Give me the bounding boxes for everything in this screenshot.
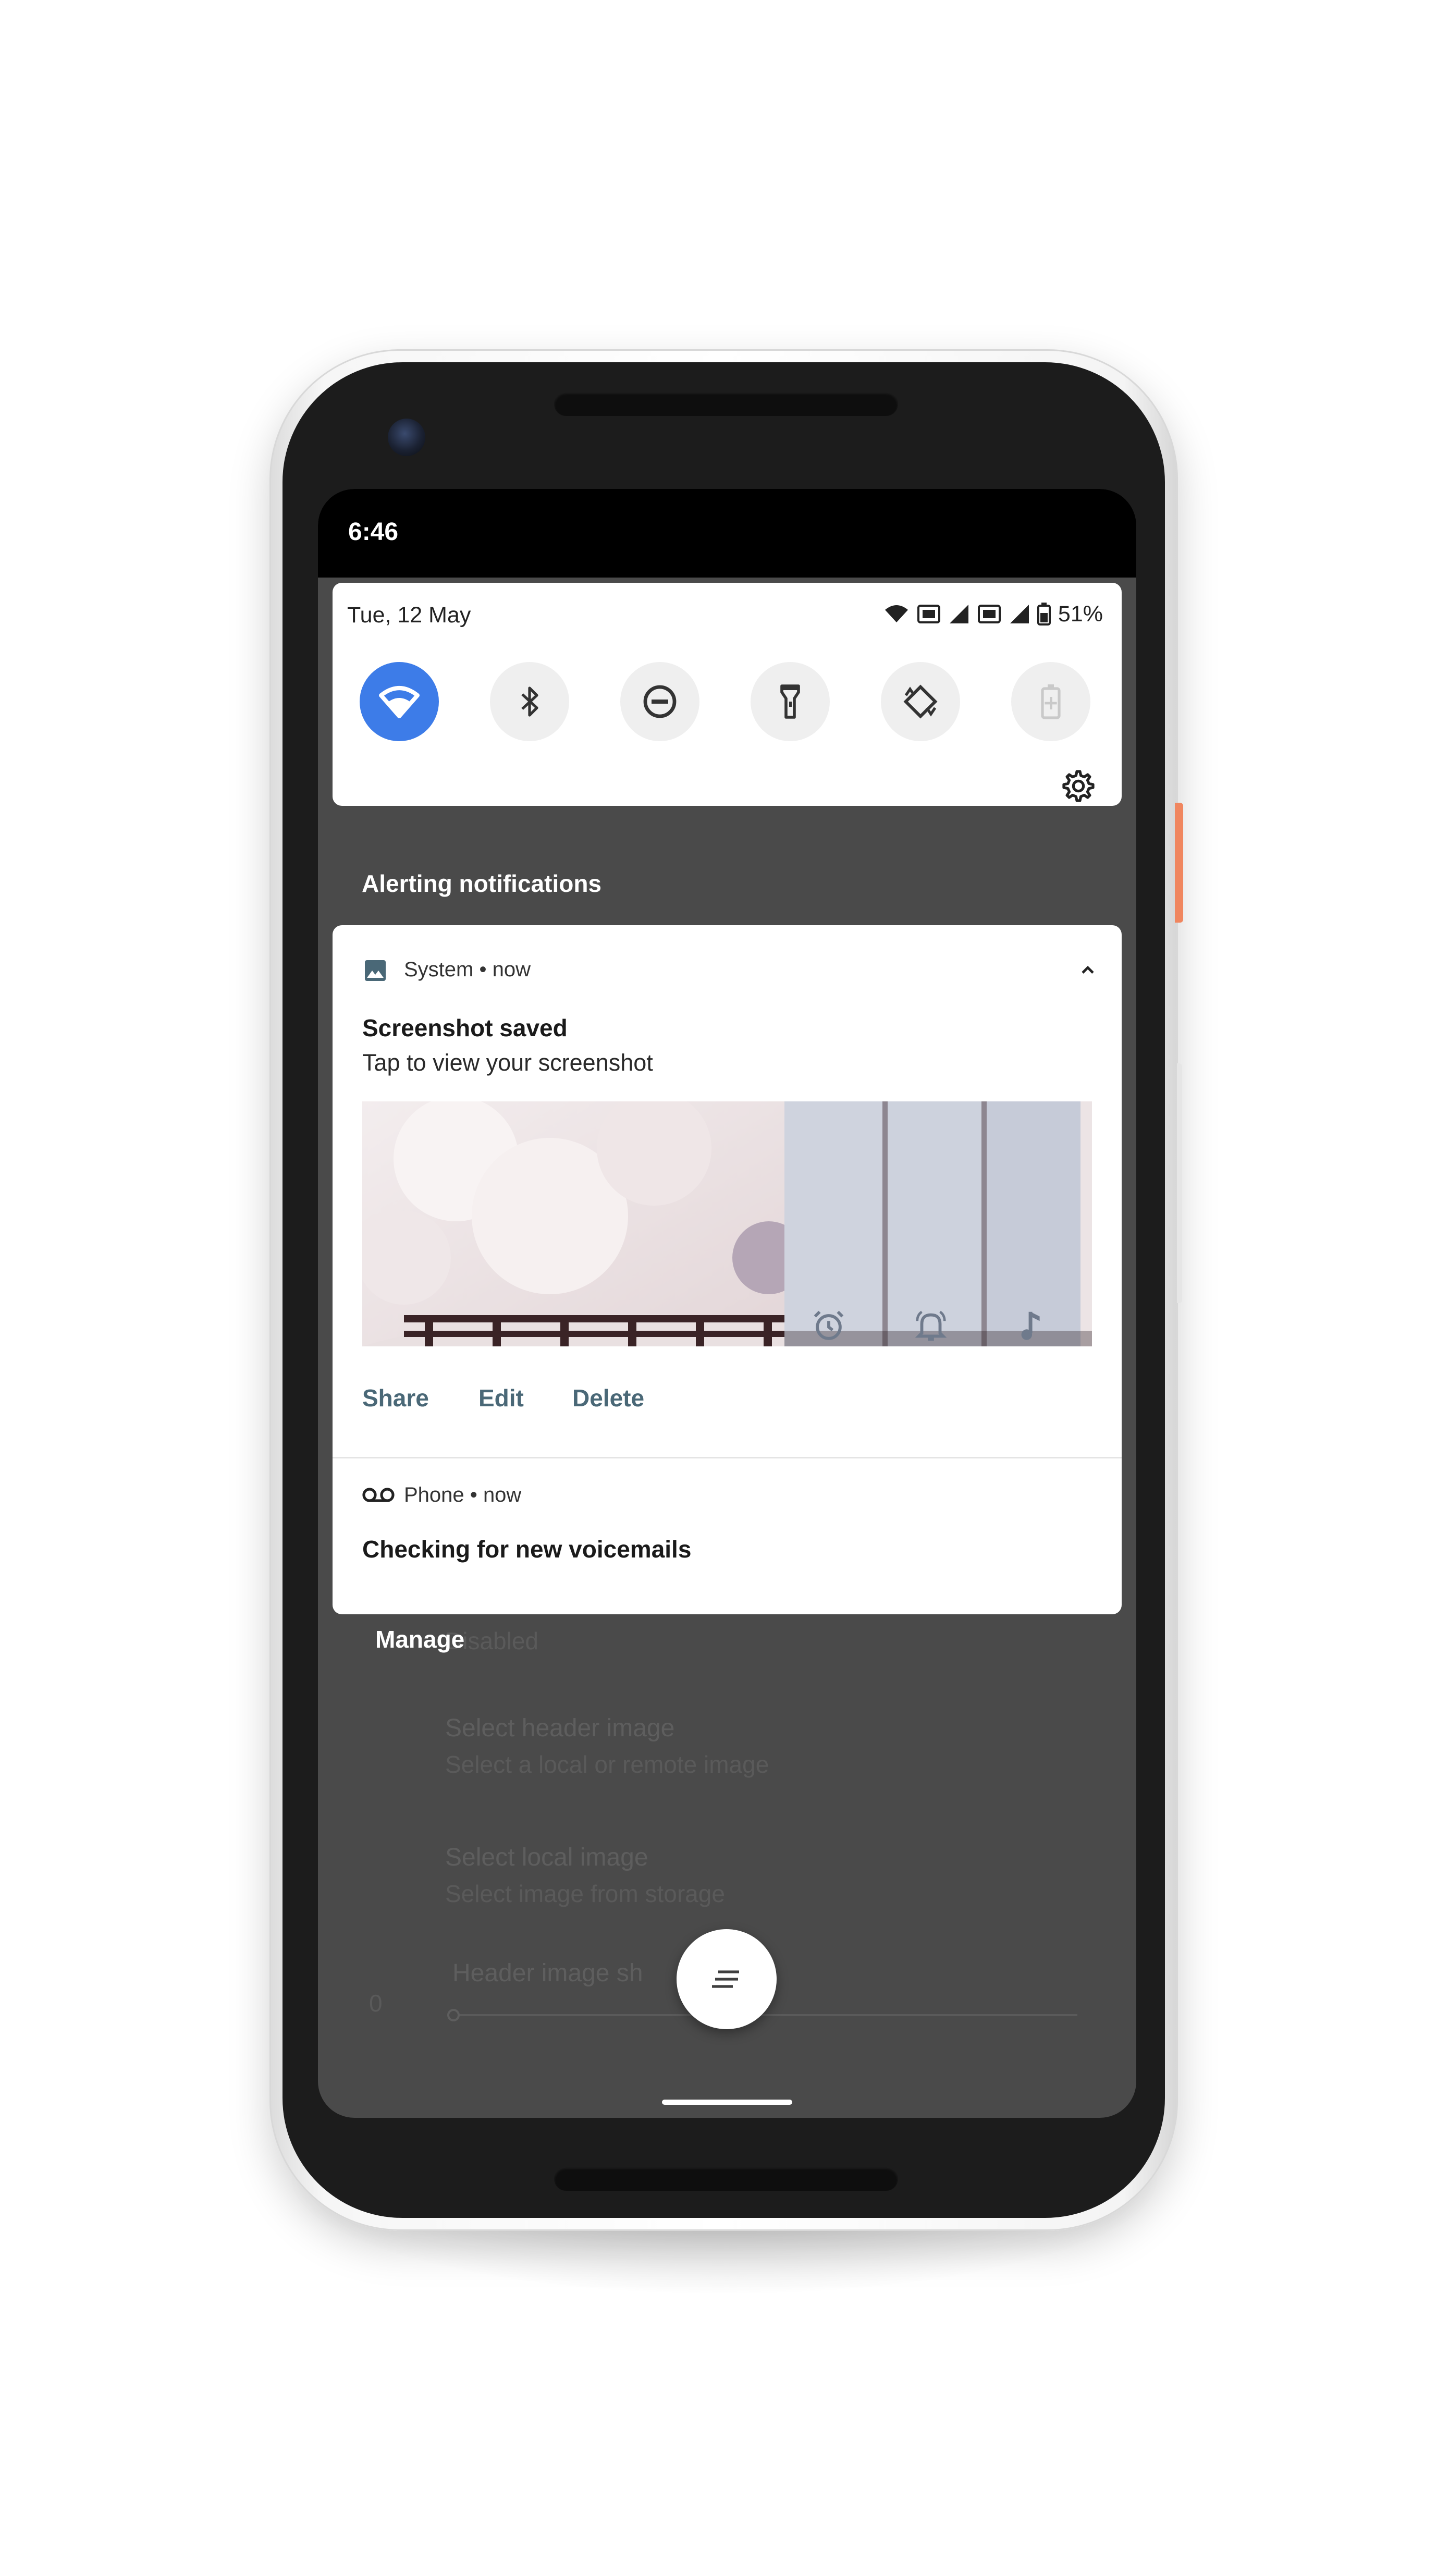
tile-auto-rotate[interactable] <box>881 662 960 741</box>
bg-slider-track <box>452 2014 1077 2016</box>
flashlight-icon <box>780 684 800 719</box>
alarm-clock-icon <box>814 1310 844 1340</box>
music-note-icon <box>1021 1311 1040 1340</box>
front-camera <box>388 419 425 456</box>
notification-title: Checking for new voicemails <box>362 1536 692 1563</box>
power-button <box>1175 803 1183 923</box>
bell-icon <box>915 1310 947 1341</box>
notification-text: Tap to view your screenshot <box>362 1049 653 1076</box>
separator-dot: • <box>470 1483 477 1506</box>
bluetooth-icon <box>521 686 538 717</box>
battery-saver-icon <box>1041 684 1061 719</box>
chevron-up-icon[interactable] <box>1079 962 1097 979</box>
navigation-handle[interactable] <box>662 2100 792 2105</box>
preview-image <box>362 1101 1092 1346</box>
notification-app-name: Phone <box>404 1483 464 1506</box>
tile-battery-saver[interactable] <box>1011 662 1090 741</box>
tile-flashlight[interactable] <box>751 662 830 741</box>
bg-header-image-title: Select header image <box>445 1714 675 1742</box>
floating-action-button[interactable] <box>677 1929 777 2029</box>
notification-time: now <box>483 1483 522 1506</box>
voicemail-notification[interactable]: Phone • now Checking for new voicemails <box>333 1458 1122 1614</box>
tile-bluetooth[interactable] <box>490 662 569 741</box>
quick-settings-panel: Tue, 12 May 51% <box>333 583 1122 806</box>
do-not-disturb-icon <box>643 685 677 718</box>
screenshot-preview[interactable] <box>362 1101 1092 1346</box>
sim-card-icon <box>916 604 941 624</box>
bg-local-image-subtitle: Select image from storage <box>445 1880 725 1907</box>
battery-percent: 51% <box>1058 601 1103 627</box>
battery-icon <box>1037 603 1051 625</box>
tile-wifi[interactable] <box>360 662 439 741</box>
bg-local-image-title: Select local image <box>445 1844 648 1871</box>
wifi-icon <box>379 686 420 718</box>
screenshot-notification[interactable]: System • now Screenshot saved Tap to vie… <box>333 925 1122 1457</box>
share-button[interactable]: Share <box>362 1384 429 1412</box>
bg-slider-value: 0 <box>369 1990 383 2017</box>
screen: settings Disabled Select header image Se… <box>318 489 1136 2118</box>
notification-app-header: System • now <box>404 958 531 982</box>
notification-title: Screenshot saved <box>362 1014 568 1041</box>
edit-button[interactable]: Edit <box>478 1384 524 1412</box>
qs-date[interactable]: Tue, 12 May <box>347 603 471 628</box>
auto-rotate-icon <box>903 684 938 719</box>
bottom-speaker <box>554 2167 898 2191</box>
cell-signal-icon <box>949 604 969 624</box>
delete-button[interactable]: Delete <box>572 1384 644 1412</box>
sim-card-icon <box>977 604 1002 624</box>
notes-icon <box>712 1970 739 1988</box>
bg-header-image-subtitle: Select a local or remote image <box>445 1751 769 1778</box>
bg-slider-thumb <box>447 2009 460 2021</box>
notification-group: System • now Screenshot saved Tap to vie… <box>333 925 1122 1614</box>
settings-gear-icon[interactable] <box>1060 768 1097 804</box>
tile-do-not-disturb[interactable] <box>620 662 699 741</box>
image-icon <box>365 960 386 981</box>
manage-button[interactable]: Manage <box>375 1625 464 1653</box>
volume-button <box>1177 1063 1182 1303</box>
separator-dot: • <box>479 958 487 981</box>
top-speaker <box>554 392 898 416</box>
status-time: 6:46 <box>348 518 399 546</box>
qs-status-icons: 51% <box>884 599 1103 629</box>
bg-slider-label: Header image sh <box>452 1959 643 1987</box>
voicemail-icon <box>362 1488 395 1502</box>
notification-app-header: Phone • now <box>404 1483 521 1507</box>
notification-app-name: System <box>404 958 474 981</box>
alerting-notifications-label: Alerting notifications <box>362 870 601 897</box>
wifi-signal-icon <box>884 604 909 624</box>
status-bar: 6:46 <box>318 489 1136 578</box>
cell-signal-icon <box>1009 604 1030 624</box>
notification-time: now <box>492 958 531 981</box>
